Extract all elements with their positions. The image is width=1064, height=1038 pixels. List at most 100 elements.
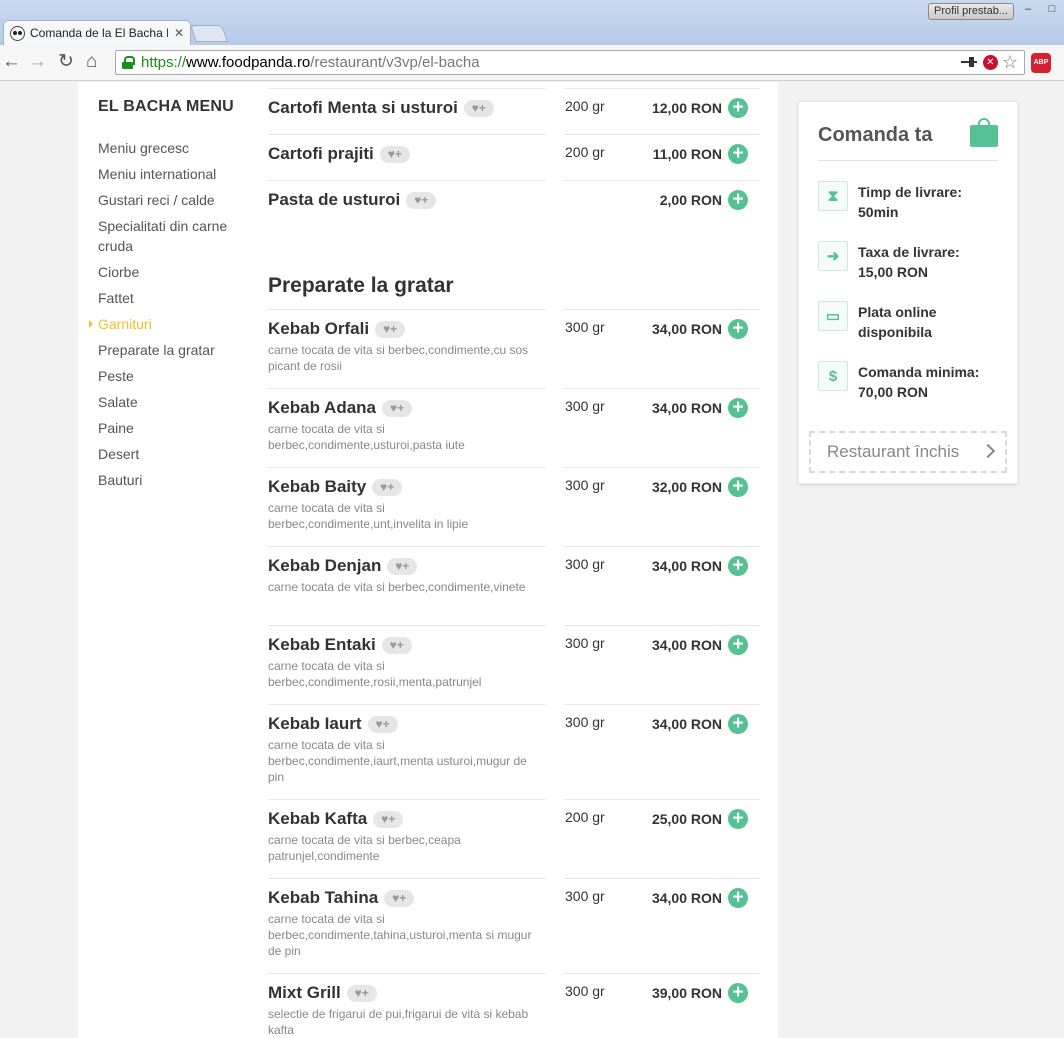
browser-toolbar: ← → ↻ ⌂ https://www.foodpanda.ro/restaur… — [0, 45, 1064, 81]
item-price: 39,00 RON — [651, 985, 722, 1001]
favorite-heart-icon[interactable]: ♥+ — [387, 557, 418, 575]
sidebar-item[interactable]: Ciorbe — [98, 262, 248, 282]
reload-icon[interactable]: ↻ — [58, 52, 74, 72]
item-divider — [564, 973, 760, 974]
add-to-cart-icon[interactable]: + — [728, 714, 748, 734]
item-divider — [564, 309, 760, 310]
item-name[interactable]: Kebab Adana ♥+ — [268, 398, 413, 418]
item-weight: 300 gr — [565, 635, 605, 651]
url-path: /restaurant/v3vp/el-bacha — [310, 54, 480, 71]
address-bar[interactable]: https://www.foodpanda.ro/restaurant/v3vp… — [115, 50, 1025, 75]
favorite-heart-icon[interactable]: ♥+ — [375, 320, 406, 338]
order-panel: Comanda ta ⧗ Timp de livrare: 50min ➜ Taxa … — [798, 101, 1018, 484]
item-name[interactable]: Kebab Entaki ♥+ — [268, 635, 412, 655]
favorite-heart-icon[interactable]: ♥+ — [346, 984, 377, 1002]
forward-arrow-icon[interactable]: → — [28, 52, 47, 72]
maximize-icon[interactable]: □ — [1040, 0, 1064, 18]
coins-icon: $ — [818, 361, 848, 391]
add-to-cart-icon[interactable]: + — [728, 477, 748, 497]
item-divider — [268, 180, 546, 181]
sidebar-item[interactable]: Bauturi — [98, 470, 248, 490]
add-to-cart-icon[interactable]: + — [728, 398, 748, 418]
item-name[interactable]: Kebab Tahina ♥+ — [268, 888, 415, 908]
favorite-heart-icon[interactable]: ♥+ — [382, 399, 413, 417]
add-to-cart-icon[interactable]: + — [728, 556, 748, 576]
add-to-cart-icon[interactable]: + — [728, 809, 748, 829]
browser-tab-bar: Comanda de la El Bacha B ✕ Profil presta… — [0, 0, 1064, 45]
item-name[interactable]: Kebab Baity ♥+ — [268, 477, 403, 497]
favorite-heart-icon[interactable]: ♥+ — [463, 99, 494, 117]
browser-tab[interactable]: Comanda de la El Bacha B ✕ — [3, 20, 191, 45]
favorite-heart-icon[interactable]: ♥+ — [367, 715, 398, 733]
item-name[interactable]: Kebab Orfali ♥+ — [268, 319, 406, 339]
tab-close-icon[interactable]: ✕ — [174, 26, 184, 40]
bookmark-star-icon[interactable]: ☆ — [1002, 53, 1018, 71]
item-name[interactable]: Pasta de usturoi ♥+ — [268, 190, 437, 210]
sidebar-item[interactable]: Meniu international — [98, 164, 248, 184]
sidebar-item[interactable]: Paine — [98, 418, 248, 438]
add-to-cart-icon[interactable]: + — [728, 635, 748, 655]
item-weight: 300 gr — [565, 319, 605, 335]
add-to-cart-icon[interactable]: + — [728, 190, 748, 210]
chevron-right-icon — [980, 443, 996, 459]
order-info-text: Plata online disponibila — [858, 304, 937, 340]
url-scheme: https:// — [141, 54, 187, 71]
sidebar-item[interactable]: Specialitati din carne cruda — [98, 216, 248, 256]
profile-button[interactable]: Profil prestab... — [928, 3, 1014, 20]
item-name[interactable]: Kebab Denjan ♥+ — [268, 556, 418, 576]
add-to-cart-icon[interactable]: + — [728, 144, 748, 164]
sidebar-item[interactable]: Garnituri — [89, 314, 248, 334]
sidebar-item[interactable]: Peste — [98, 366, 248, 386]
hourglass-icon: ⧗ — [818, 181, 848, 211]
item-name-text: Cartofi prajiti — [268, 144, 374, 163]
item-name-text: Kebab Kafta — [268, 809, 368, 828]
item-divider — [268, 309, 546, 310]
favorite-heart-icon[interactable]: ♥+ — [379, 145, 410, 163]
sidebar-item[interactable]: Preparate la gratar — [98, 340, 248, 360]
block-extension-icon[interactable]: ✕ — [982, 54, 998, 70]
item-description: selectie de frigarui de pui,frigarui de … — [268, 1007, 529, 1037]
item-divider — [564, 546, 760, 547]
item-description: carne tocata de vita si berbec,condiment… — [268, 912, 532, 958]
restaurant-closed-label: Restaurant închis — [827, 442, 960, 461]
favorite-heart-icon[interactable]: ♥+ — [372, 478, 403, 496]
url-host: www.foodpanda.ro — [186, 54, 311, 71]
minimize-icon[interactable]: – — [1016, 0, 1040, 18]
menu-sidebar: EL BACHA MENU Meniu grecesc Meniu interna… — [89, 98, 248, 496]
new-tab-button[interactable] — [189, 25, 229, 42]
home-icon[interactable]: ⌂ — [86, 52, 97, 72]
order-panel-divider — [818, 160, 998, 161]
sidebar-item[interactable]: Meniu grecesc — [98, 138, 248, 158]
favorite-heart-icon[interactable]: ♥+ — [373, 810, 404, 828]
item-price: 34,00 RON — [651, 321, 722, 337]
sidebar-item[interactable]: Desert — [98, 444, 248, 464]
favorite-heart-icon[interactable]: ♥+ — [381, 636, 412, 654]
item-name[interactable]: Mixt Grill ♥+ — [268, 983, 377, 1003]
item-divider — [268, 546, 546, 547]
item-price: 34,00 RON — [651, 890, 722, 906]
item-divider — [268, 467, 546, 468]
item-name[interactable]: Kebab Iaurt ♥+ — [268, 714, 398, 734]
restaurant-page: EL BACHA MENU Meniu grecesc Meniu interna… — [78, 82, 778, 1038]
sidebar-item[interactable]: Salate — [98, 392, 248, 412]
add-to-cart-icon[interactable]: + — [728, 319, 748, 339]
sidebar-item[interactable]: Gustari reci / calde — [98, 190, 248, 210]
item-name[interactable]: Cartofi Menta si usturoi ♥+ — [268, 98, 494, 118]
restaurant-closed-button[interactable]: Restaurant închis — [809, 431, 1007, 473]
favorite-heart-icon[interactable]: ♥+ — [406, 191, 437, 209]
back-arrow-icon[interactable]: ← — [2, 52, 21, 72]
item-description: carne tocata de vita si berbec,condiment… — [268, 501, 469, 531]
item-name-text: Kebab Orfali — [268, 319, 370, 338]
pin-extension-icon[interactable] — [959, 55, 979, 69]
adblock-plus-icon[interactable]: ABP — [1031, 53, 1051, 73]
favorite-heart-icon[interactable]: ♥+ — [384, 889, 415, 907]
item-name[interactable]: Kebab Kafta ♥+ — [268, 809, 404, 829]
item-weight: 300 gr — [565, 888, 605, 904]
add-to-cart-icon[interactable]: + — [728, 888, 748, 908]
add-to-cart-icon[interactable]: + — [728, 98, 748, 118]
item-price: 11,00 RON — [652, 146, 722, 162]
item-name[interactable]: Cartofi prajiti ♥+ — [268, 144, 410, 164]
add-to-cart-icon[interactable]: + — [728, 983, 748, 1003]
sidebar-item[interactable]: Fattet — [98, 288, 248, 308]
sidebar-list: Meniu grecesc Meniu international Gustari … — [89, 138, 248, 490]
